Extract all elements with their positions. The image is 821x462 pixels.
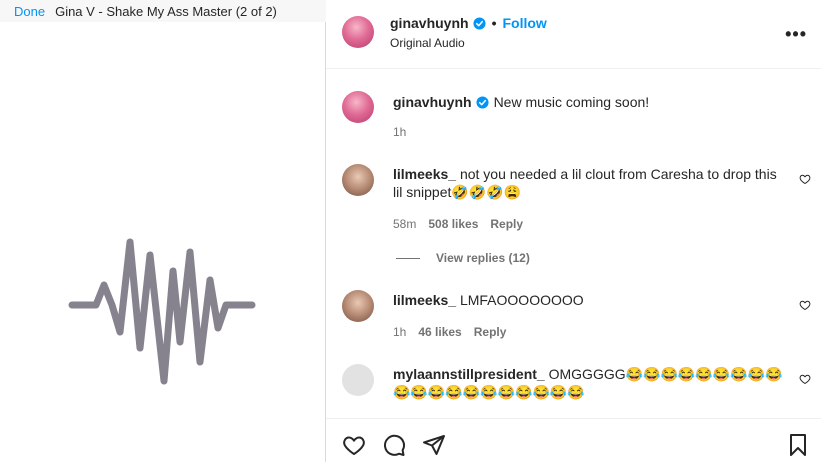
verified-badge-icon [473, 16, 486, 30]
comment-time: 1h [393, 325, 407, 339]
author-username[interactable]: ginavhuynh [390, 15, 469, 31]
comment-likes[interactable]: 508 likes [428, 217, 478, 231]
like-comment-heart-icon[interactable] [799, 173, 811, 185]
done-button[interactable]: Done [14, 4, 45, 19]
more-options-icon[interactable]: ••• [785, 24, 807, 45]
separator-dot: • [491, 15, 497, 31]
comment-meta: 58m 508 likes Reply [393, 217, 523, 231]
author-avatar[interactable] [342, 16, 374, 48]
comment-avatar[interactable] [342, 164, 374, 196]
author-line: ginavhuynh • Follow [390, 15, 547, 31]
media-title: Gina V - Shake My Ass Master (2 of 2) [55, 3, 277, 19]
media-pane: Done Gina V - Shake My Ass Master (2 of … [0, 0, 326, 462]
comment-likes[interactable]: 46 likes [418, 325, 461, 339]
comment-text: LMFAOOOOOOOO [459, 292, 584, 308]
comment-username[interactable]: mylaannstillpresident_ [393, 366, 545, 382]
comment-item: mylaannstillpresident_ OMGGGGG😂😂😂😂😂😂😂😂😂😂… [393, 365, 783, 401]
post-panel: ginavhuynh • Follow Original Audio ••• g… [326, 0, 821, 462]
follow-button[interactable]: Follow [502, 15, 546, 31]
comment-username[interactable]: lilmeeks_ [393, 292, 456, 308]
caption-username[interactable]: ginavhuynh [393, 94, 472, 110]
like-comment-heart-icon[interactable] [799, 373, 811, 385]
action-bar [326, 418, 821, 462]
caption-text: New music coming soon! [493, 94, 650, 110]
like-heart-icon[interactable] [342, 433, 366, 457]
caption-avatar[interactable] [342, 91, 374, 123]
comment-username[interactable]: lilmeeks_ [393, 166, 456, 182]
media-topbar: Done Gina V - Shake My Ass Master (2 of … [0, 0, 326, 22]
view-replies-button[interactable]: View replies (12) [396, 251, 530, 265]
reply-button[interactable]: Reply [474, 325, 507, 339]
comment-meta: 1h 46 likes Reply [393, 325, 506, 339]
caption-time: 1h [393, 125, 407, 139]
save-bookmark-icon[interactable] [788, 433, 808, 457]
verified-badge-icon [476, 95, 489, 109]
caption: ginavhuynh New music coming soon! [393, 94, 649, 110]
comment-item: lilmeeks_ LMFAOOOOOOOO [393, 291, 783, 309]
post-header: ginavhuynh • Follow Original Audio ••• [326, 0, 821, 69]
comment-avatar[interactable] [342, 290, 374, 322]
reply-button[interactable]: Reply [490, 217, 523, 231]
audio-waveform-icon [68, 238, 256, 385]
comment-avatar-placeholder[interactable] [342, 364, 374, 396]
view-replies-label[interactable]: View replies (12) [436, 251, 530, 265]
share-send-icon[interactable] [422, 433, 446, 457]
audio-subtitle[interactable]: Original Audio [390, 36, 465, 50]
like-comment-heart-icon[interactable] [799, 299, 811, 311]
comment-bubble-icon[interactable] [382, 433, 406, 457]
comment-time: 58m [393, 217, 417, 231]
replies-divider-line [396, 257, 420, 259]
comment-item: lilmeeks_ not you needed a lil clout fro… [393, 165, 783, 201]
